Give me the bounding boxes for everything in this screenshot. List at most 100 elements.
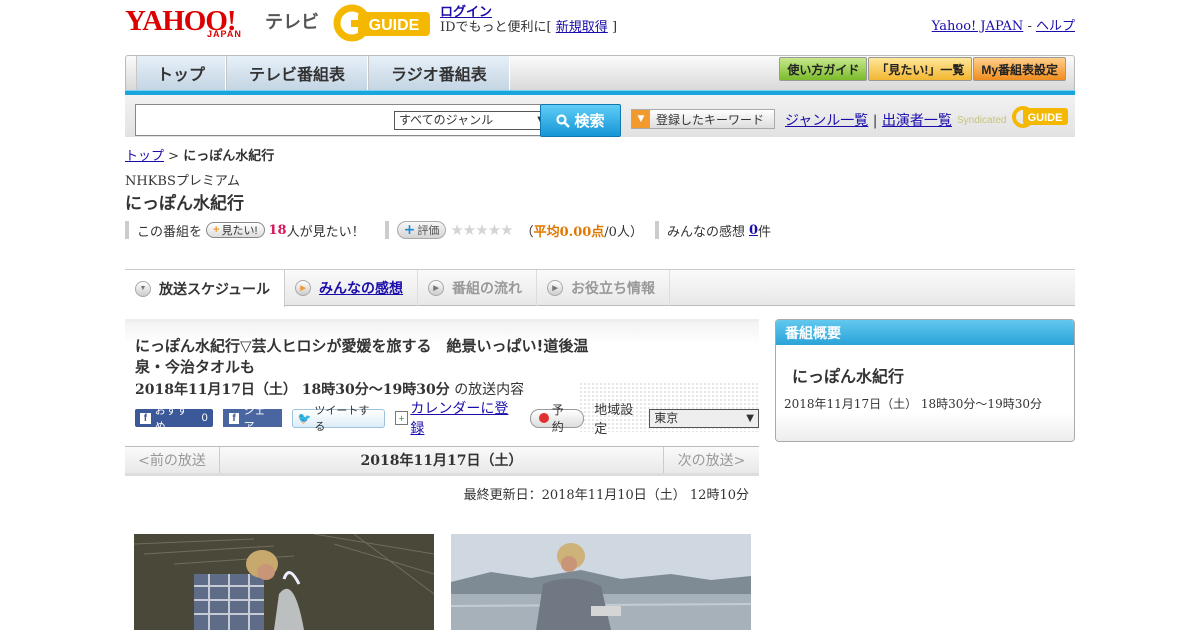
nav-tab-tv-schedule[interactable]: テレビ番組表 bbox=[226, 56, 369, 90]
prev-broadcast-button[interactable]: <前の放送 bbox=[125, 447, 220, 473]
breadcrumb-current: にっぽん水紀行 bbox=[183, 149, 275, 164]
kansou-suffix: 件 bbox=[758, 224, 772, 240]
genre-select-value: すべてのジャンル bbox=[399, 113, 494, 127]
mitai-count: 18 bbox=[268, 222, 287, 238]
plus-icon: + bbox=[403, 222, 416, 238]
share-row: f おすすめ 0 f シェア 🐦 ツイートする + カレンダーに登録 予約 地域… bbox=[135, 401, 759, 437]
program-overview-heading: 番組概要 bbox=[776, 320, 1074, 345]
evaluate-button-label: 評価 bbox=[417, 224, 440, 237]
search-bar: すべてのジャンル ▼ 検索 ▼ 登録したキーワード ジャンル一覧 | 出演者一覧… bbox=[125, 95, 1075, 137]
tab-reviews[interactable]: ▶ みんなの感想 bbox=[285, 270, 419, 306]
genre-list-link[interactable]: ジャンル一覧 bbox=[785, 113, 868, 129]
search-button[interactable]: 検索 bbox=[540, 104, 621, 137]
program-overview-panel: 番組概要 にっぽん水紀行 2018年11月17日（土） 18時30分～19時30… bbox=[775, 319, 1075, 442]
current-broadcast-date: 2018年11月17日（土） bbox=[360, 453, 523, 469]
search-icon bbox=[556, 113, 571, 128]
genre-select[interactable]: すべてのジャンル ▼ bbox=[394, 111, 550, 130]
cast-list-link[interactable]: 出演者一覧 bbox=[882, 113, 952, 129]
facebook-recommend-count: 0 bbox=[201, 412, 208, 424]
chevron-right-icon: ▶ bbox=[547, 280, 564, 296]
tweet-button[interactable]: 🐦 ツイートする bbox=[291, 405, 385, 433]
gguide-logo-text: GUIDE bbox=[369, 17, 420, 34]
reserve-label: 予約 bbox=[551, 403, 564, 434]
avg-open: （ bbox=[520, 224, 534, 240]
calendar-icon: + bbox=[394, 411, 409, 425]
kansou-prefix: みんなの感想 bbox=[666, 224, 745, 240]
divider bbox=[125, 221, 129, 239]
tab-schedule-label: 放送スケジュール bbox=[159, 280, 271, 297]
chevron-right-icon: ▶ bbox=[428, 280, 445, 296]
evaluate-button[interactable]: + 評価 bbox=[396, 221, 447, 239]
login-link[interactable]: ログイン bbox=[440, 5, 492, 20]
facebook-recommend-button[interactable]: f おすすめ 0 bbox=[135, 405, 213, 433]
breadcrumb-separator: > bbox=[168, 149, 180, 164]
episode-datetime: 2018年11月17日（土） 18時30分～19時30分 bbox=[135, 382, 450, 398]
calendar-register[interactable]: + カレンダーに登録 bbox=[394, 398, 520, 438]
yahoo-japan-link[interactable]: Yahoo! JAPAN bbox=[932, 19, 1024, 34]
mitai-button[interactable]: + 見たい! bbox=[206, 222, 265, 238]
channel-name: NHKBSプレミアム bbox=[125, 174, 240, 189]
mitai-button-label: 見たい! bbox=[221, 225, 258, 237]
episode-title: にっぽん水紀行▽芸人ヒロシが愛媛を旅する 絶景いっぱい!道後温泉・今治タオルも bbox=[135, 337, 589, 376]
episode-time: 2018年11月17日（土） 18時30分～19時30分 の放送内容 bbox=[135, 379, 524, 399]
reserve-button[interactable]: 予約 bbox=[530, 403, 585, 434]
facebook-recommend-label: おすすめ bbox=[154, 405, 188, 433]
global-nav: トップ テレビ番組表 ラジオ番組表 使い方ガイド 「見たい!」一覧 My番組表設… bbox=[125, 55, 1075, 90]
mitai-prefix: この番組を bbox=[137, 224, 203, 240]
facebook-share-label: シェア bbox=[243, 405, 266, 433]
search-button-label: 検索 bbox=[574, 113, 605, 130]
japan-logo-text: JAPAN bbox=[207, 29, 242, 39]
region-select[interactable]: 東京 ▼ bbox=[649, 408, 759, 428]
divider bbox=[384, 221, 389, 239]
syndicated-gguide-logo: Syndicated GUIDE bbox=[957, 103, 1072, 131]
login-note-pre: IDでもっと便利に[ bbox=[440, 20, 552, 35]
region-label: 地域設定 bbox=[594, 403, 634, 437]
signup-link[interactable]: 新規取得 bbox=[556, 20, 608, 35]
nav-tab-top[interactable]: トップ bbox=[136, 56, 227, 90]
facebook-icon: f bbox=[140, 412, 151, 424]
tab-flow-label: 番組の流れ bbox=[452, 280, 523, 296]
star-rating-icon[interactable]: ★★★★★ bbox=[450, 221, 513, 239]
kansou-count-link[interactable]: 0 bbox=[749, 223, 758, 238]
guide-button[interactable]: 使い方ガイド bbox=[779, 57, 868, 81]
chevron-down-icon: ▼ bbox=[746, 412, 754, 424]
help-link[interactable]: ヘルプ bbox=[1036, 19, 1075, 34]
tab-flow: ▶ 番組の流れ bbox=[418, 270, 538, 306]
my-settings-button[interactable]: My番組表設定 bbox=[973, 57, 1066, 81]
chevron-right-icon: ▶ bbox=[295, 280, 312, 296]
tab-reviews-label: みんなの感想 bbox=[319, 280, 404, 296]
syndicated-text: Syndicated bbox=[957, 115, 1006, 126]
tab-info: ▶ お役立ち情報 bbox=[537, 270, 671, 306]
breadcrumb-top-link[interactable]: トップ bbox=[125, 149, 164, 164]
yahoo-japan-logo[interactable]: YAHOO! JAPAN bbox=[125, 6, 260, 42]
next-broadcast-button[interactable]: 次の放送> bbox=[663, 447, 759, 473]
episode-block: にっぽん水紀行▽芸人ヒロシが愛媛を旅する 絶景いっぱい!道後温泉・今治タオルも … bbox=[125, 319, 759, 444]
search-links-divider: | bbox=[872, 113, 878, 129]
rating-row: この番組を + 見たい! 18 人が見たい！ + 評価 ★★★★★ （ 平均0.… bbox=[125, 220, 771, 240]
search-links: ジャンル一覧 | 出演者一覧 bbox=[785, 110, 952, 130]
triangle-down-icon: ▼ bbox=[632, 110, 650, 128]
nav-tab-radio-schedule[interactable]: ラジオ番組表 bbox=[368, 56, 510, 90]
mitai-list-button[interactable]: 「見たい!」一覧 bbox=[868, 57, 973, 81]
registered-keyword-button[interactable]: ▼ 登録したキーワード bbox=[631, 109, 775, 129]
search-input[interactable]: すべてのジャンル ▼ bbox=[135, 104, 550, 136]
gguide-logo: GUIDE bbox=[333, 4, 433, 42]
registered-keyword-label: 登録したキーワード bbox=[656, 112, 765, 127]
record-icon bbox=[539, 413, 549, 423]
tab-info-label: お役立ち情報 bbox=[571, 280, 656, 296]
tab-schedule[interactable]: ▼ 放送スケジュール bbox=[125, 270, 286, 307]
facebook-icon: f bbox=[228, 412, 240, 424]
divider bbox=[654, 221, 659, 239]
twitter-icon: 🐦 bbox=[297, 412, 312, 425]
broadcast-pager: <前の放送 2018年11月17日（土） 次の放送> bbox=[125, 446, 759, 476]
login-note-post: ] bbox=[611, 20, 618, 35]
login-box: ログイン IDでもっと便利に[ 新規取得 ] bbox=[440, 5, 617, 35]
tv-service-name: テレビ bbox=[265, 12, 319, 32]
plus-icon: + bbox=[213, 224, 220, 236]
program-overview-title: にっぽん水紀行 bbox=[792, 367, 905, 386]
episode-suffix: の放送内容 bbox=[454, 382, 525, 398]
calendar-register-link[interactable]: カレンダーに登録 bbox=[410, 398, 520, 438]
rating-count: /0人） bbox=[604, 224, 643, 240]
facebook-share-button[interactable]: f シェア bbox=[222, 405, 282, 433]
top-links-dash: - bbox=[1027, 19, 1032, 34]
